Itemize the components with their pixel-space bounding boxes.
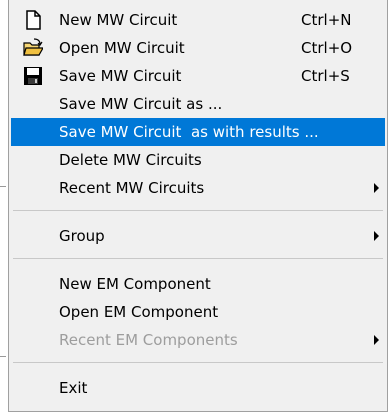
menu-item-shortcut: Ctrl+O <box>301 39 353 57</box>
submenu-arrow-icon <box>374 231 379 241</box>
menu-item-label: Save MW Circuit as with results ... <box>59 123 319 141</box>
submenu-arrow-icon <box>374 183 379 193</box>
menu-item-label: New EM Component <box>59 275 211 293</box>
menu-item-group[interactable]: Group <box>11 222 385 250</box>
background-window-edge <box>0 0 8 414</box>
menu-item-shortcut: Ctrl+S <box>301 67 350 85</box>
menu-item-label: Open MW Circuit <box>59 39 185 57</box>
floppy-disk-icon <box>24 67 42 85</box>
menu-item-open-mw-circuit[interactable]: Open MW Circuit Ctrl+O <box>11 34 385 62</box>
menu-item-save-mw-circuit[interactable]: Save MW Circuit Ctrl+S <box>11 62 385 90</box>
menu-separator <box>13 362 383 363</box>
background-divider <box>0 186 6 187</box>
menu-item-new-mw-circuit[interactable]: New MW Circuit Ctrl+N <box>11 6 385 34</box>
menu-item-new-em-component[interactable]: New EM Component <box>11 270 385 298</box>
menu-item-label: Open EM Component <box>59 303 219 321</box>
menu-item-save-mw-circuit-as-with-results[interactable]: Save MW Circuit as with results ... <box>11 118 385 146</box>
submenu-arrow-icon <box>374 335 379 345</box>
menu-item-label: Save MW Circuit <box>59 67 182 85</box>
new-document-icon <box>26 10 41 30</box>
menu-item-save-mw-circuit-as[interactable]: Save MW Circuit as ... <box>11 90 385 118</box>
background-divider <box>0 356 6 357</box>
menu-item-shortcut: Ctrl+N <box>301 11 352 29</box>
menu-item-recent-em-components[interactable]: Recent EM Components <box>11 326 385 354</box>
open-folder-icon <box>23 38 43 56</box>
menu-item-label: New MW Circuit <box>59 11 178 29</box>
menu-separator <box>13 258 383 259</box>
menu-item-label: Group <box>59 227 105 245</box>
menu-item-label: Recent MW Circuits <box>59 179 205 197</box>
menu-item-label: Exit <box>59 379 88 397</box>
menu-item-delete-mw-circuits[interactable]: Delete MW Circuits <box>11 146 385 174</box>
file-menu: New MW Circuit Ctrl+N Open MW Circuit Ct… <box>8 0 388 412</box>
menu-item-label: Delete MW Circuits <box>59 151 202 169</box>
menu-item-recent-mw-circuits[interactable]: Recent MW Circuits <box>11 174 385 202</box>
menu-item-label: Recent EM Components <box>59 331 238 349</box>
menu-item-exit[interactable]: Exit <box>11 374 385 402</box>
menu-separator <box>13 210 383 211</box>
menu-item-open-em-component[interactable]: Open EM Component <box>11 298 385 326</box>
menu-item-label: Save MW Circuit as ... <box>59 95 223 113</box>
